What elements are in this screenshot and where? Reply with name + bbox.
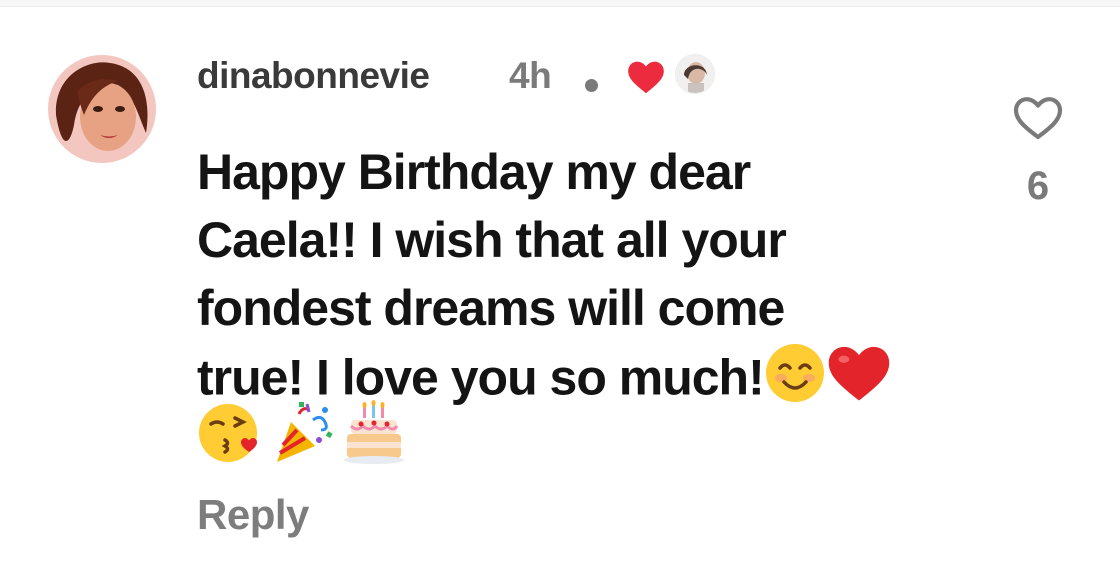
commenter-avatar[interactable] — [48, 55, 156, 163]
comment-text: Happy Birthday my dear Caela!! I wish th… — [197, 138, 957, 421]
comment-line: Happy Birthday my dear — [197, 144, 751, 200]
comment-timestamp: 4h — [509, 55, 552, 96]
face-blowing-kiss-icon — [197, 400, 263, 471]
like-count: 6 — [1026, 164, 1050, 208]
separator-dot — [585, 79, 598, 92]
like-button[interactable] — [1012, 96, 1064, 140]
creator-liked-heart-icon — [626, 60, 666, 99]
emoji-row — [197, 400, 407, 471]
red-heart-icon — [826, 343, 892, 420]
comment-line: fondest dreams will come — [197, 280, 785, 336]
birthday-cake-icon — [341, 400, 407, 471]
comment-line: Caela!! I wish that all your — [197, 212, 787, 268]
commenter-username[interactable]: dinabonnevie — [197, 50, 430, 102]
party-popper-icon — [269, 400, 335, 471]
top-divider — [0, 0, 1120, 7]
creator-avatar — [675, 54, 715, 94]
reply-button[interactable]: Reply — [197, 487, 309, 543]
smiling-face-icon — [764, 342, 826, 421]
comment-line: true! I love you so much! — [197, 349, 765, 406]
heart-outline-icon — [1013, 97, 1063, 140]
